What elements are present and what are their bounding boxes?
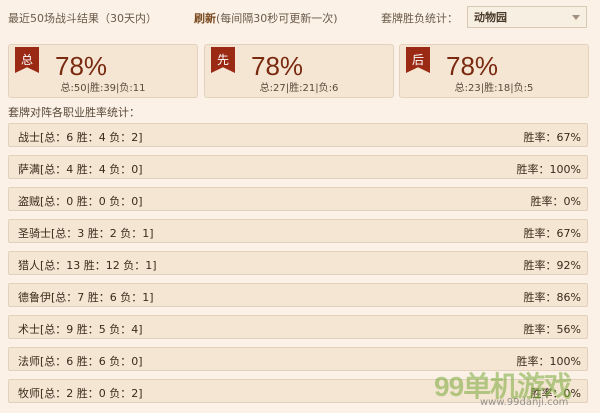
win-rate-percent: 78% xyxy=(446,51,499,81)
class-row-shaman: 萨满[总：4 胜：4 负：0] 胜率：100% xyxy=(8,155,588,179)
class-record: 猎人[总：13 胜：12 负：1] xyxy=(18,259,157,272)
ribbon-badge-icon: 先 xyxy=(211,47,235,75)
refresh-area: 刷新(每间隔30秒可更新一次) xyxy=(194,10,338,26)
chevron-down-icon xyxy=(572,15,580,20)
ribbon-badge-icon: 总 xyxy=(15,47,39,75)
badge-label: 总 xyxy=(20,53,33,67)
top-bar: 最近50场战斗结果（30天内） 刷新(每间隔30秒可更新一次) 套牌胜负统计： … xyxy=(0,0,600,34)
win-loss-detail: 总:23|胜:18|负:5 xyxy=(454,83,534,94)
class-record: 德鲁伊[总：7 胜：6 负：1] xyxy=(18,291,154,304)
win-loss-detail: 总:50|胜:39|负:11 xyxy=(60,83,146,94)
refresh-link[interactable]: 刷新 xyxy=(194,12,216,25)
class-row-rogue: 盗贼[总：0 胜：0 负：0] 胜率：0% xyxy=(8,187,588,211)
stat-box-first: 先 78% 总:27|胜:21|负:6 xyxy=(204,44,394,98)
refresh-note: (每间隔30秒可更新一次) xyxy=(216,12,338,25)
class-record: 术士[总：9 胜：5 负：4] xyxy=(18,323,143,336)
class-win-rate: 胜率：67% xyxy=(523,227,581,240)
class-win-rate: 胜率：56% xyxy=(523,323,581,336)
class-row-paladin: 圣骑士[总：3 胜：2 负：1] 胜率：67% xyxy=(8,219,588,243)
class-win-rate: 胜率：92% xyxy=(523,259,581,272)
stat-box-total: 总 78% 总:50|胜:39|负:11 xyxy=(8,44,198,98)
recent-battles-label: 最近50场战斗结果（30天内） xyxy=(8,12,157,25)
badge-label: 后 xyxy=(411,53,424,67)
watermark-logo: 99单机游戏 www.99danji.com xyxy=(434,365,594,411)
class-stats-title: 套牌对阵各职业胜率统计： xyxy=(8,106,140,119)
class-record: 牧师[总：2 胜：0 负：2] xyxy=(18,387,143,400)
class-win-rate: 胜率：67% xyxy=(523,131,581,144)
class-record: 萨满[总：4 胜：4 负：0] xyxy=(18,163,143,176)
deck-stats-label: 套牌胜负统计： xyxy=(381,12,458,25)
win-rate-percent: 78% xyxy=(55,51,108,81)
class-win-rate: 胜率：0% xyxy=(530,195,581,208)
class-row-druid: 德鲁伊[总：7 胜：6 负：1] 胜率：86% xyxy=(8,283,588,307)
deck-select[interactable]: 动物园 xyxy=(467,6,587,28)
win-loss-detail: 总:27|胜:21|负:6 xyxy=(259,83,339,94)
class-row-warlock: 术士[总：9 胜：5 负：4] 胜率：56% xyxy=(8,315,588,339)
class-record: 圣骑士[总：3 胜：2 负：1] xyxy=(18,227,154,240)
class-win-rate: 胜率：86% xyxy=(523,291,581,304)
class-record: 法师[总：6 胜：6 负：0] xyxy=(18,355,143,368)
class-row-warrior: 战士[总：6 胜：4 负：2] 胜率：67% xyxy=(8,123,588,147)
class-row-hunter: 猎人[总：13 胜：12 负：1] 胜率：92% xyxy=(8,251,588,275)
class-record: 盗贼[总：0 胜：0 负：0] xyxy=(18,195,143,208)
ribbon-badge-icon: 后 xyxy=(406,47,430,75)
watermark-site: www.99danji.com xyxy=(480,397,569,408)
class-win-rate: 胜率：100% xyxy=(516,163,581,176)
win-rate-percent: 78% xyxy=(251,51,304,81)
class-record: 战士[总：6 胜：4 负：2] xyxy=(18,131,143,144)
stat-box-second: 后 78% 总:23|胜:18|负:5 xyxy=(399,44,589,98)
badge-label: 先 xyxy=(216,53,229,67)
deck-select-value: 动物园 xyxy=(474,11,507,24)
